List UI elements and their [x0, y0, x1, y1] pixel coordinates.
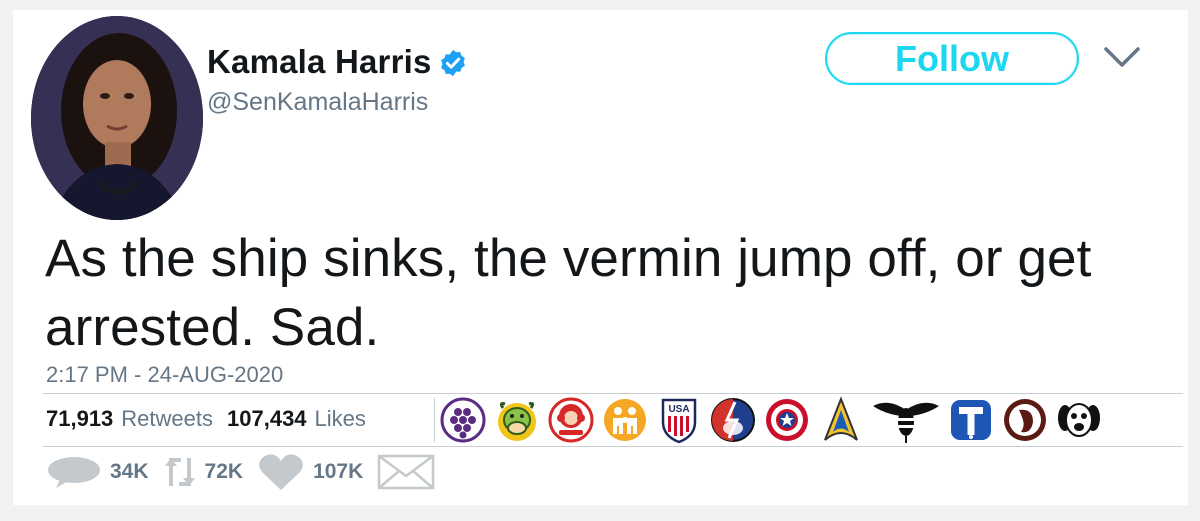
- bee-icon[interactable]: [871, 396, 941, 444]
- retweet-button[interactable]: 72K: [163, 452, 244, 492]
- chevron-down-icon[interactable]: [1103, 46, 1141, 70]
- family-icon[interactable]: [601, 396, 649, 444]
- t-logo-icon[interactable]: [947, 396, 995, 444]
- author-name-row: Kamala Harris: [207, 43, 468, 81]
- tweet-card: Kamala Harris @SenKamalaHarris Follow As…: [13, 10, 1188, 505]
- retweet-icon: [164, 458, 195, 486]
- divider: [434, 398, 435, 442]
- like-count[interactable]: 107,434: [227, 406, 307, 432]
- author-handle[interactable]: @SenKamalaHarris: [207, 88, 428, 117]
- author-avatar[interactable]: [31, 16, 203, 220]
- tweet-text-line-1: As the ship sinks, the vermin jump off, …: [45, 229, 1092, 288]
- verified-badge-icon: [440, 49, 465, 77]
- retweets-label[interactable]: Retweets: [121, 406, 213, 432]
- captain-america-shield-icon[interactable]: [763, 396, 811, 444]
- follow-button[interactable]: Follow: [825, 32, 1079, 85]
- chipotle-pepper-icon[interactable]: [1001, 396, 1049, 444]
- likes-label[interactable]: Likes: [315, 406, 366, 432]
- steal-your-face-icon[interactable]: [709, 396, 757, 444]
- tweet-text-line-2: arrested. Sad.: [45, 298, 380, 357]
- retweet-action-count: 72K: [204, 460, 244, 483]
- reply-button[interactable]: 34K: [46, 455, 149, 489]
- like-action-count: 107K: [313, 460, 364, 483]
- retweet-count[interactable]: 71,913: [46, 406, 113, 432]
- reply-icon: [48, 457, 100, 488]
- heart-icon: [259, 454, 303, 490]
- dog-face-icon[interactable]: [1055, 396, 1103, 444]
- usa-shield-icon[interactable]: USA: [655, 396, 703, 444]
- wendys-icon[interactable]: [547, 396, 595, 444]
- action-bar: 34K 72K 107K: [46, 453, 449, 491]
- divider: [43, 393, 1183, 394]
- tweet-timestamp[interactable]: 2:17 PM - 24-AUG-2020: [46, 362, 283, 388]
- like-button[interactable]: 107K: [257, 452, 363, 492]
- tweet-text: As the ship sinks, the vermin jump off, …: [45, 224, 1175, 362]
- divider: [43, 446, 1183, 447]
- engagement-stats: 71,913 Retweets 107,434 Likes: [46, 406, 380, 432]
- cow-icon[interactable]: [493, 396, 541, 444]
- share-button[interactable]: [377, 454, 435, 490]
- liker-avatars: USA: [439, 396, 1109, 444]
- reply-count: 34K: [110, 460, 149, 483]
- grapes-icon[interactable]: [439, 396, 487, 444]
- starfleet-icon[interactable]: [817, 396, 865, 444]
- author-name[interactable]: Kamala Harris: [207, 43, 432, 81]
- svg-text:USA: USA: [668, 404, 689, 415]
- envelope-icon: [378, 454, 435, 490]
